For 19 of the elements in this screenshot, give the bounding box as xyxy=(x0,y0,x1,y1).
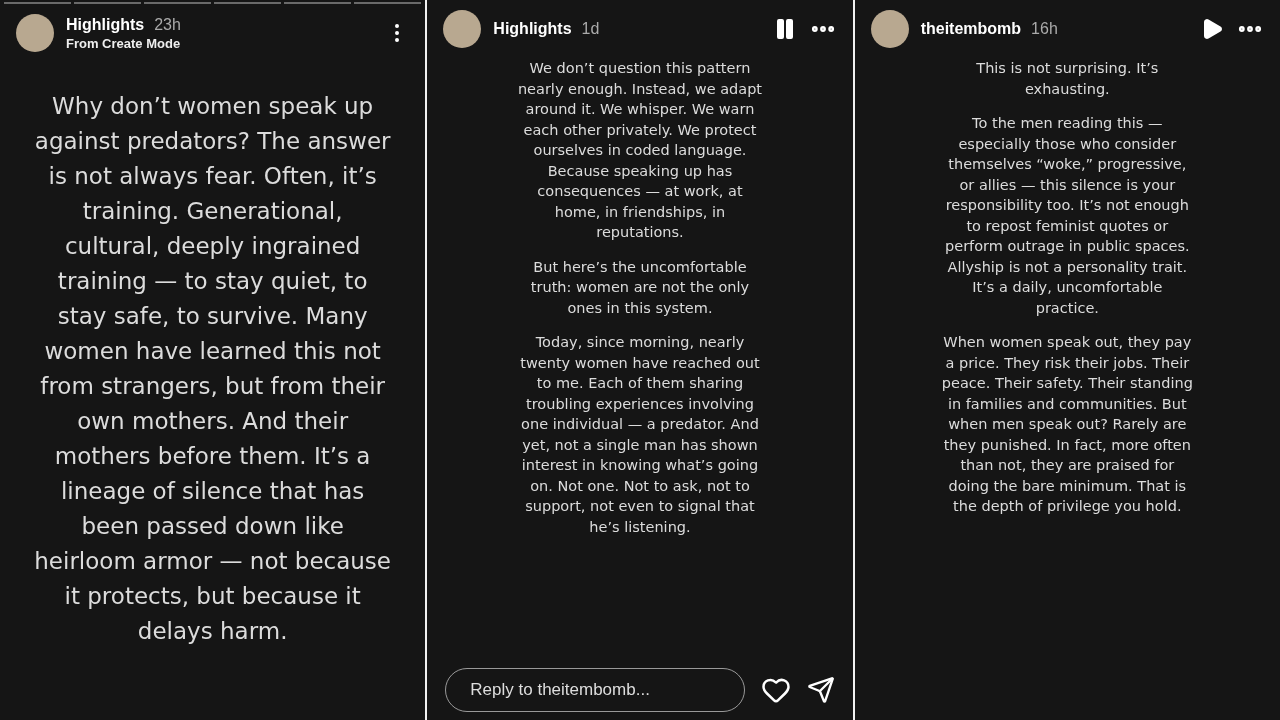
story-text: But here’s the uncomfortable truth: women are not the only ones in this system. xyxy=(529,257,751,318)
account-name[interactable]: Highlights xyxy=(493,20,572,38)
story-subtitle: From Create Mode xyxy=(66,35,182,51)
post-time: 23h xyxy=(154,15,181,34)
story-text: Today, since morning, nearly twenty women have reached out to me. Each of them sharing troubling experiences involving one individual — a predator. And yet, not a single man has shown interest in knowing what’s going on. Not one. Not to ask, not to support, not even to signal that he’s listening. xyxy=(519,333,761,537)
avatar-photo-placeholder xyxy=(16,14,54,52)
story-text: Why don’t women speak up against predators? The answer is not always fear. Often, it’s training. Generational, cultural, deeply ingrained training — to stay quiet, to stay safe, to survive. Many women have learned this not from strangers, but from their own mothers. And their mothers before them. It’s a lineage of silence that has been passed down like heirloom armor — not because it protects, but because it delays harm. xyxy=(33,92,392,646)
paper-plane-icon[interactable] xyxy=(806,676,835,704)
story-text: To the men reading this — especially those who consider themselves “woke,” progressive, or allies — this silence is your responsibility too. It’s not enough to repost feminist quotes or perform outrage in public spaces. Allyship is not a personality trait. It’s a daily, uncomfortable practice. xyxy=(944,114,1191,318)
account-name[interactable]: Highlights xyxy=(66,15,145,34)
post-time: 16h xyxy=(1031,20,1058,38)
post-time: 1d xyxy=(581,20,600,38)
story-text: We don’t question this pattern nearly enough. Instead, we adapt around it. We whisper. We warn each other privately. We protect ourselves in coded language. Because speaking up has consequences — at work, at home, in friendships, in reputations. xyxy=(516,59,764,242)
story-text: This is not surprising. It’s exhausting. xyxy=(975,59,1160,99)
avatar-photo-placeholder xyxy=(870,10,909,48)
avatar-photo-placeholder xyxy=(443,10,482,48)
account-name[interactable]: theitembomb xyxy=(920,20,1022,38)
reply-input-field[interactable]: Reply to theitembomb... xyxy=(445,668,745,712)
story-text: When women speak out, they pay a price. They risk their jobs. Their peace. Their safety. Their standing in families and communities. But when men speak out? Rarely are they punished. In fact, more often than not, they are praised for doing the bare minimum. That is the depth of privilege you hold. xyxy=(940,333,1194,516)
